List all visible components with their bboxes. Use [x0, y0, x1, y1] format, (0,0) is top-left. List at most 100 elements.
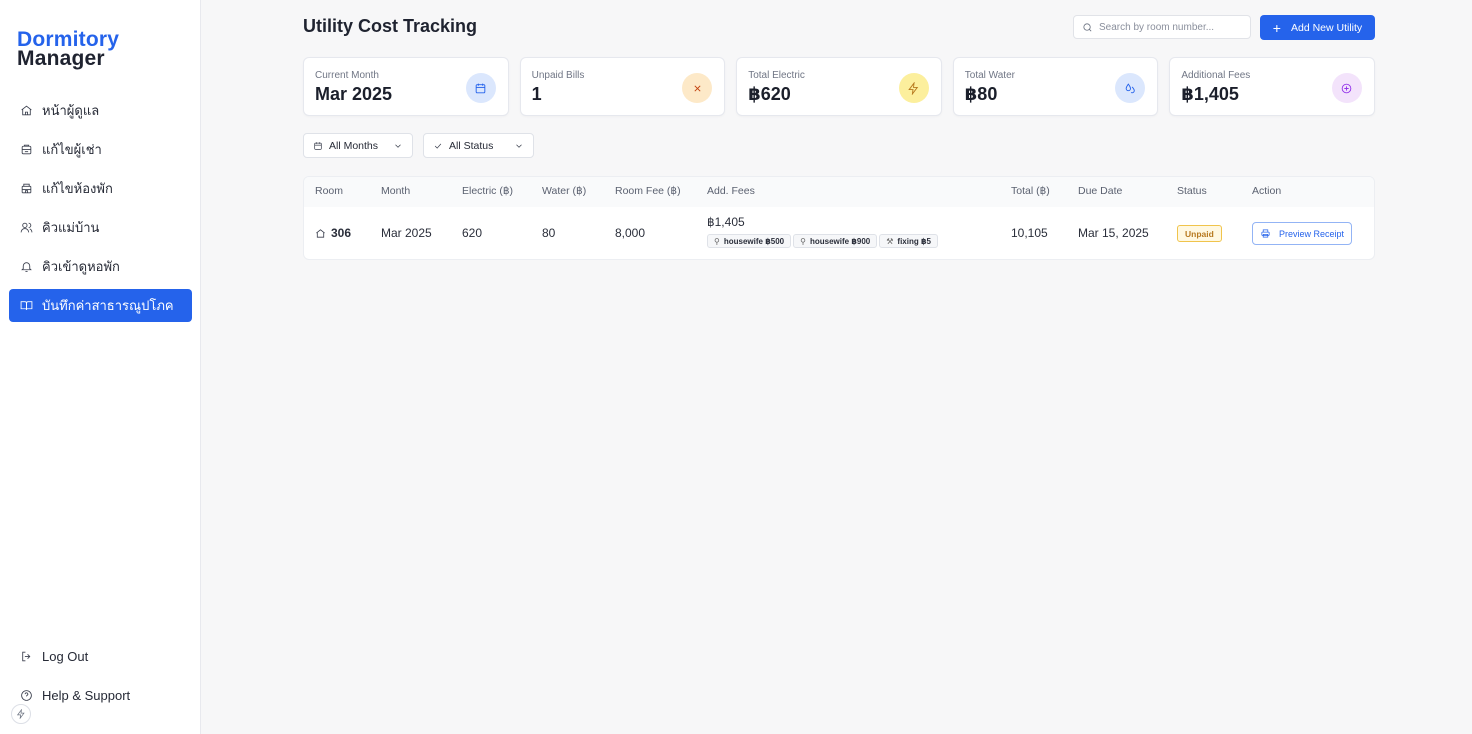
help-support-button[interactable]: Help & Support — [9, 679, 192, 712]
calendar-icon — [314, 141, 322, 150]
column-header-total: Total (฿) — [1011, 185, 1050, 197]
card-label: Unpaid Bills — [531, 70, 585, 81]
user-group-icon — [20, 221, 33, 234]
column-header-status: Status — [1177, 185, 1207, 197]
fee-tag: ⚒ fixing ฿5 — [879, 234, 938, 248]
sidebar-item-admin-home[interactable]: หน้าผู้ดูแล — [9, 94, 192, 127]
sidebar: Dormitory Manager หน้าผู้ดูแล แก้ไขผู้เช… — [0, 0, 201, 734]
card-value: ฿620 — [748, 84, 791, 104]
lightning-icon[interactable] — [11, 704, 31, 724]
logout-button[interactable]: Log Out — [9, 640, 192, 673]
sidebar-item-label: แก้ไขห้องพัก — [42, 181, 113, 196]
fee-tags: ⚲ housewife ฿500 ⚲ housewife ฿900 ⚒ fixing … — [707, 234, 940, 248]
total-electric-card: Total Electric ฿620 — [736, 57, 942, 116]
sidebar-item-edit-tenants[interactable]: แก้ไขผู้เช่า — [9, 133, 192, 166]
logout-icon — [20, 650, 33, 663]
card-value: ฿1,405 — [1181, 84, 1239, 104]
help-support-label: Help & Support — [42, 688, 131, 703]
current-month-card: Current Month Mar 2025 — [303, 57, 509, 116]
fee-tag-label: housewife ฿900 — [809, 236, 871, 246]
card-value: ฿80 — [964, 84, 998, 104]
droplets-icon — [1115, 73, 1146, 103]
preview-receipt-label: Preview Receipt — [1278, 228, 1345, 239]
month-filter-select[interactable]: All Months — [303, 133, 413, 158]
sidebar-item-label: แก้ไขผู้เช่า — [42, 142, 102, 157]
plus-circle-icon — [1331, 73, 1362, 103]
fee-tag-label: fixing ฿5 — [897, 236, 931, 246]
sidebar-item-viewing-queue[interactable]: คิวเข้าดูหอพัก — [9, 250, 192, 283]
add-new-utility-label: Add New Utility — [1290, 21, 1363, 34]
total-cell: 10,105 — [1011, 226, 1048, 240]
due-date-cell: Mar 15, 2025 — [1078, 226, 1149, 240]
room-number: 306 — [331, 226, 352, 240]
card-label: Current Month — [315, 70, 379, 81]
preview-receipt-button[interactable]: Preview Receipt — [1252, 222, 1352, 245]
room-fee-cell: 8,000 — [615, 226, 646, 240]
column-header-room: Room — [315, 185, 344, 197]
sidebar-item-label: บันทึกค่าสาธารณูปโภค — [42, 298, 174, 313]
room-cell: 306 — [315, 226, 351, 240]
home-icon — [316, 228, 325, 238]
add-fees-total-cell: ฿1,405 — [707, 215, 745, 229]
sidebar-item-label: หน้าผู้ดูแล — [42, 103, 100, 118]
search-icon — [1083, 22, 1092, 31]
card-label: Total Electric — [748, 70, 805, 81]
sidebar-item-label: คิวเข้าดูหอพัก — [42, 259, 120, 274]
sidebar-item-edit-rooms[interactable]: แก้ไขห้องพัก — [9, 172, 192, 205]
sidebar-item-utility-records[interactable]: บันทึกค่าสาธารณูปโภค — [9, 289, 192, 322]
card-label: Additional Fees — [1181, 70, 1251, 81]
month-cell: Mar 2025 — [381, 226, 432, 240]
printer-icon — [1261, 229, 1270, 238]
stat-cards: Current Month Mar 2025 Unpaid Bills 1 To… — [303, 57, 1375, 116]
chevron-down-icon — [395, 143, 401, 148]
help-circle-icon — [20, 689, 33, 702]
water-cell: 80 — [542, 226, 556, 240]
unpaid-bills-card: Unpaid Bills 1 — [519, 57, 726, 116]
total-water-card: Total Water ฿80 — [952, 57, 1159, 116]
search-box[interactable] — [1073, 15, 1251, 39]
add-new-utility-button[interactable]: + Add New Utility — [1260, 15, 1375, 40]
column-header-add-fees: Add. Fees — [707, 185, 755, 197]
column-header-month: Month — [381, 185, 411, 197]
card-value: Mar 2025 — [315, 84, 393, 104]
sidebar-item-housekeeping-queue[interactable]: คิวแม่บ้าน — [9, 211, 192, 244]
search-input[interactable] — [1099, 21, 1239, 33]
electric-cell: 620 — [462, 226, 483, 240]
bell-icon — [20, 260, 33, 273]
status-filter-select[interactable]: All Status — [423, 133, 534, 158]
plus-icon: + — [1272, 19, 1281, 36]
building-icon — [20, 182, 33, 195]
column-header-room-fee: Room Fee (฿) — [615, 185, 681, 197]
fee-tag: ⚲ housewife ฿500 — [707, 234, 792, 248]
status-filter-value: All Status — [449, 139, 494, 152]
broom-icon: ⚲ — [714, 236, 720, 246]
calendar-icon — [465, 73, 496, 103]
home-icon — [20, 104, 33, 117]
additional-fees-card: Additional Fees ฿1,405 — [1169, 57, 1375, 116]
sidebar-bottom-nav: Log Out Help & Support — [9, 640, 192, 718]
book-open-icon — [20, 299, 33, 312]
app-logo[interactable]: Dormitory Manager — [17, 29, 119, 70]
utility-table: Room Month Electric (฿) Water (฿) Room F… — [303, 176, 1375, 260]
fee-tag: ⚲ housewife ฿900 — [793, 234, 878, 248]
table-header: Room Month Electric (฿) Water (฿) Room F… — [304, 177, 1374, 207]
wrench-icon: ⚒ — [886, 236, 894, 246]
logo-line-2: Manager — [17, 47, 105, 70]
card-value: 1 — [531, 84, 542, 104]
card-label: Total Water — [964, 70, 1015, 81]
column-header-action: Action — [1252, 185, 1282, 197]
main-content: Utility Cost Tracking + Add New Utility … — [201, 0, 1472, 734]
sidebar-item-label: คิวแม่บ้าน — [42, 220, 100, 235]
check-icon — [434, 143, 442, 149]
broom-icon: ⚲ — [800, 236, 806, 246]
sidebar-nav: หน้าผู้ดูแล แก้ไขผู้เช่า แก้ไขห้องพัก คิ… — [9, 94, 192, 328]
column-header-water: Water (฿) — [542, 185, 587, 197]
x-icon — [682, 73, 713, 103]
fee-tag-label: housewife ฿500 — [723, 236, 785, 246]
logout-label: Log Out — [42, 649, 89, 664]
page-title: Utility Cost Tracking — [303, 16, 478, 36]
column-header-due-date: Due Date — [1078, 185, 1123, 197]
column-header-electric: Electric (฿) — [462, 185, 514, 197]
month-filter-value: All Months — [329, 139, 379, 152]
chevron-down-icon — [516, 143, 522, 148]
